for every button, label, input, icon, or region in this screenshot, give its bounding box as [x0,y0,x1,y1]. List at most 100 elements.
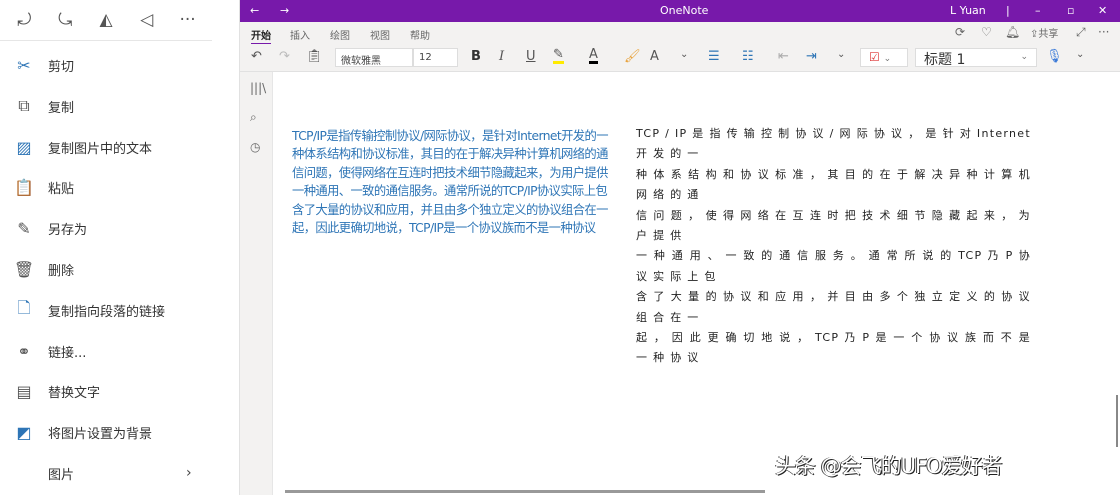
rotate-left-icon[interactable]: ⤿ [50,10,80,30]
ribbon-tabs: 开始 插入 绘图 视图 帮助 ⟳ ♡ 🔔︎ ⇪共享 ⤢ ··· [240,22,1120,45]
font-color-icon[interactable]: A [589,48,598,64]
forward-icon[interactable]: → [280,4,289,17]
recent-icon[interactable]: ◷ [250,140,260,154]
dictate-icon[interactable]: 🎙︎ [1046,49,1063,64]
menu-item-save-as[interactable]: ✎ 另存为 [0,208,212,248]
maximize-icon[interactable]: ▫ [1067,4,1074,17]
tab-draw[interactable]: 绘图 [330,27,350,42]
menu-item-label: 删除 [48,263,75,279]
tab-help[interactable]: 帮助 [410,27,430,42]
font-size-input[interactable]: 12 [413,48,458,67]
menu-item-set-background[interactable]: ◩ 将图片设置为背景 [0,412,212,452]
menu-item-delete[interactable]: 🗑 删除 [0,249,212,289]
undo-icon[interactable]: ↶ [251,49,262,64]
tab-home[interactable]: 开始 [251,27,271,45]
menu-item-copy-paragraph-link[interactable]: 🗋 复制指向段落的链接 [0,290,212,330]
horizontal-scrollbar[interactable] [285,490,765,493]
alt-text-icon: ▤ [16,381,32,401]
watermark: 头条 @会飞的UFO爱好者 [775,454,1003,478]
text-line: 种 体 系 结 构 和 协 议 标 准 ， 其 目 的 在 于 解 决 异 种 … [636,167,1031,202]
style-dropdown[interactable]: 标题 1 ⌄ [915,48,1037,68]
context-menu: ⤾ ⤿ ◭ ◁ ··· ✂ 剪切 ⧉ 复制 ▨ 复制图片中的文本 📋 粘贴 ✎ 另存为 🗑… [0,0,240,495]
menu-item-alt-text[interactable]: ▤ 替换文字 [0,371,212,411]
tab-insert[interactable]: 插入 [290,27,310,42]
text-line: 信 问 题 ， 使 得 网 络 在 互 连 时 把 技 术 细 节 隐 藏 起 … [636,208,1031,243]
italic-button[interactable]: I [499,49,504,64]
menu-item-label: 图片 [48,467,75,483]
clear-format-icon[interactable]: A [650,49,659,64]
highlight-icon[interactable]: ✎ [553,48,564,64]
menu-item-copy[interactable]: ⧉ 复制 [0,86,212,126]
ribbon-toolbar: ↶ ↷ 📋︎ 微软雅黑 12 B I U ✎ A 🖌︎ A ⌄ ☰ ☷ ⇤ ⇥ … [240,44,1120,72]
bold-button[interactable]: B [471,49,481,64]
title-bar: ← → OneNote L Yuan | – ▫ ✕ [240,0,1120,22]
menu-item-label: 替换文字 [48,385,101,401]
chevron-down-icon[interactable]: ⌄ [1076,49,1084,60]
close-icon[interactable]: ✕ [1098,4,1107,17]
menu-item-link[interactable]: ⚭ 链接... [0,331,212,371]
menu-item-cut[interactable]: ✂ 剪切 [0,45,212,85]
flip-vertical-icon[interactable]: ◁ [132,10,162,30]
menu-item-label: 复制指向段落的链接 [48,304,166,320]
image-tools-row: ⤾ ⤿ ◭ ◁ ··· [0,0,212,41]
text-line: 起 ， 因 此 更 确 切 地 说 ， TCP 乃 P 是 一 个 协 议 族 … [636,331,1031,365]
expand-icon[interactable]: ⤢ [1076,25,1086,40]
save-as-icon: ✎ [17,218,31,238]
decrease-indent-icon[interactable]: ⇤ [778,49,789,64]
menu-item-label: 剪切 [48,59,75,75]
minimize-icon[interactable]: – [1035,4,1041,17]
format-painter-icon[interactable]: 🖌︎ [624,49,641,64]
share-button[interactable]: ⇪共享 [1030,25,1058,40]
ocr-text[interactable]: TCP / IP 是 指 传 输 控 制 协 议 / 网 际 协 议 ， 是 针… [636,124,1031,369]
menu-item-label: 复制图片中的文本 [48,141,153,157]
copy-icon: ⧉ [18,96,30,115]
menu-item-label: 复制 [48,100,75,116]
link-page-icon: 🗋 [17,297,31,317]
share-label: 共享 [1038,29,1059,40]
text-line: TCP / IP 是 指 传 输 控 制 协 议 / 网 际 协 议 ， 是 针… [636,127,1031,161]
menu-item-label: 将图片设置为背景 [48,426,153,442]
bullet-list-icon[interactable]: ☰ [708,49,720,64]
vertical-scrollbar[interactable] [1116,395,1118,447]
original-text[interactable]: TCP/IP是指传输控制协议/网际协议，是针对Internet开发的一种体系结构… [292,127,617,237]
user-name[interactable]: L Yuan [950,4,986,17]
paste-icon: 📋 [14,177,34,197]
link-icon: ⚭ [17,341,31,361]
background-image-icon: ◩ [16,422,32,442]
sync-icon[interactable]: ⟳ [955,25,965,39]
menu-item-copy-text-from-image[interactable]: ▨ 复制图片中的文本 [0,127,212,167]
more-icon[interactable]: ··· [173,10,203,30]
scissors-icon: ✂ [17,55,31,75]
style-value: 标题 1 [924,52,966,68]
tag-dropdown[interactable]: ☑ ⌄ [860,48,908,67]
menu-item-label: 另存为 [48,222,88,238]
text-line: 一 种 通 用 、 一 致 的 通 信 服 务 。 通 常 所 说 的 TCP … [636,249,1031,283]
chevron-down-icon[interactable]: ⌄ [837,49,845,60]
more-icon[interactable]: ··· [1098,25,1109,39]
left-nav: |||\ ⌕ ◷ [240,72,273,495]
notebooks-icon[interactable]: |||\ [250,81,266,95]
divider: | [1006,4,1010,17]
numbered-list-icon[interactable]: ☷ [742,49,754,64]
menu-item-label: 链接... [48,345,87,361]
chevron-down-icon: ⌄ [1020,52,1028,62]
chevron-down-icon[interactable]: ⌄ [680,49,688,60]
text-line: 含 了 大 量 的 协 议 和 应 用 ， 并 目 由 多 个 独 立 定 义 … [636,290,1031,324]
menu-item-picture[interactable]: 图片 › [0,453,212,493]
flip-horizontal-icon[interactable]: ◭ [91,10,121,30]
redo-icon[interactable]: ↷ [279,49,290,64]
tab-view[interactable]: 视图 [370,27,390,42]
rotate-right-icon[interactable]: ⤾ [9,10,39,30]
increase-indent-icon[interactable]: ⇥ [806,49,817,64]
lightbulb-icon[interactable]: ♡ [981,25,992,39]
back-icon[interactable]: ← [250,4,259,17]
search-icon[interactable]: ⌕ [250,110,257,125]
clipboard-icon[interactable]: 📋︎ [306,49,323,64]
trash-icon: 🗑 [13,259,35,279]
menu-item-paste[interactable]: 📋 粘贴 [0,167,212,207]
image-text-icon: ▨ [16,137,32,157]
chevron-right-icon: › [186,465,192,481]
underline-button[interactable]: U [526,49,536,64]
font-name-input[interactable]: 微软雅黑 [335,48,413,67]
bell-icon[interactable]: 🔔︎ [1005,25,1020,39]
